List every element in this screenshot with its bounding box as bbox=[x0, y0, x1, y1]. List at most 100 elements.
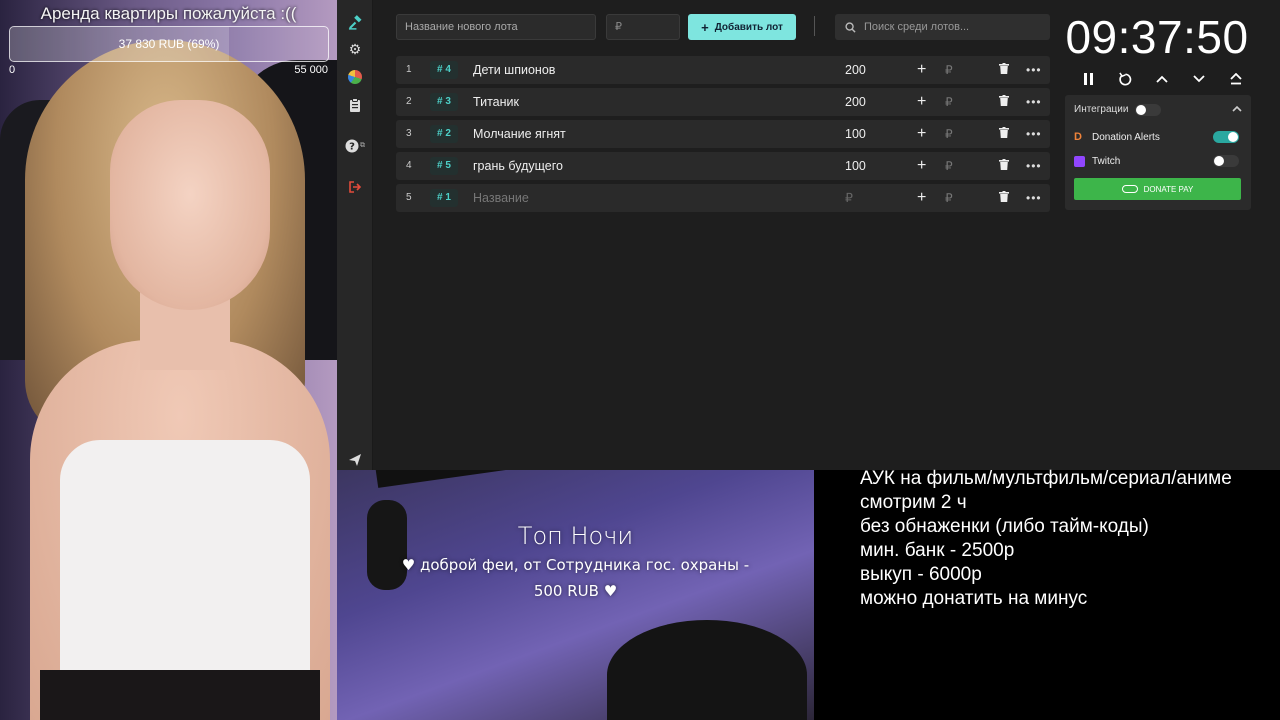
amount-input[interactable]: ₽ bbox=[945, 152, 959, 180]
rules-line: мин. банк - 2500р bbox=[860, 540, 1015, 561]
lot-name[interactable]: Титаник bbox=[473, 88, 803, 116]
pie-chart-icon[interactable] bbox=[337, 63, 373, 91]
auction-icon[interactable] bbox=[337, 8, 373, 36]
help-icon[interactable]: ? ⧉ bbox=[337, 132, 373, 160]
add-amount-button[interactable]: + bbox=[917, 184, 931, 212]
lot-amount[interactable]: 100 bbox=[845, 120, 895, 148]
lot-tag: # 2 bbox=[430, 125, 458, 143]
new-lot-price-input[interactable]: ₽ bbox=[606, 14, 680, 40]
room-camera: Топ Ночи ♥ доброй феи, от Сотрудника гос… bbox=[337, 470, 814, 720]
amount-input[interactable]: ₽ bbox=[945, 184, 959, 212]
twitch-label: Twitch bbox=[1092, 155, 1121, 167]
rules-line: можно донатить на минус bbox=[860, 588, 1088, 609]
lot-row[interactable]: 5 # 1 Название ₽ + ₽ ••• bbox=[396, 184, 1050, 212]
sidebar-nav: ⚙ ? ⧉ bbox=[337, 0, 373, 470]
add-amount-button[interactable]: + bbox=[917, 120, 931, 148]
add-amount-button[interactable]: + bbox=[917, 152, 931, 180]
lot-amount[interactable]: 200 bbox=[845, 56, 895, 84]
more-options-button[interactable]: ••• bbox=[1026, 152, 1042, 180]
donation-alerts-label: Donation Alerts bbox=[1092, 131, 1160, 143]
trash-icon[interactable] bbox=[999, 120, 1013, 148]
donation-goal-min: 0 bbox=[9, 64, 16, 76]
rules-line: АУК на фильм/мультфильм/сериал/аниме bbox=[860, 468, 1232, 489]
plus-icon: + bbox=[701, 19, 709, 35]
donation-alerts-icon: D bbox=[1074, 130, 1082, 143]
trash-icon[interactable] bbox=[999, 56, 1013, 84]
lot-row[interactable]: 2 # 3 Титаник 200 + ₽ ••• bbox=[396, 88, 1050, 116]
donation-goal-progress-text: 37 830 RUB (69%) bbox=[118, 37, 220, 51]
webcam-feed: Аренда квартиры пожалуйста :(( 37 830 RU… bbox=[0, 0, 337, 720]
chair bbox=[607, 620, 807, 720]
auction-rules: АУК на фильм/мультфильм/сериал/аниме смот… bbox=[860, 467, 1280, 611]
lot-search-input[interactable]: Поиск среди лотов... bbox=[835, 14, 1050, 40]
twitch-toggle[interactable] bbox=[1213, 155, 1239, 167]
search-icon bbox=[845, 21, 856, 33]
lot-index: 1 bbox=[406, 64, 412, 75]
donatepay-icon bbox=[1121, 185, 1138, 193]
add-lot-button[interactable]: + Добавить лот bbox=[688, 14, 796, 40]
more-options-button[interactable]: ••• bbox=[1026, 184, 1042, 212]
lot-toolbar: Название нового лота ₽ + Добавить лот По… bbox=[373, 14, 1053, 40]
donatepay-label: DONATE PAY bbox=[1143, 184, 1194, 194]
trash-icon[interactable] bbox=[999, 88, 1013, 116]
streamer-top bbox=[60, 440, 310, 680]
lot-index: 2 bbox=[406, 96, 412, 107]
gear-icon[interactable]: ⚙ bbox=[337, 35, 373, 63]
add-amount-button[interactable]: + bbox=[917, 56, 931, 84]
reset-icon[interactable] bbox=[1114, 68, 1136, 90]
more-options-button[interactable]: ••• bbox=[1026, 88, 1042, 116]
auction-timer: 09:37:50 bbox=[1065, 11, 1249, 63]
lot-name[interactable]: Название bbox=[473, 184, 803, 212]
integrations-master-toggle[interactable] bbox=[1135, 104, 1161, 116]
new-lot-name-input[interactable]: Название нового лота bbox=[396, 14, 596, 40]
top-night-title: Топ Ночи bbox=[517, 522, 634, 550]
streamer-face bbox=[110, 100, 270, 310]
auction-app: ⚙ ? ⧉ Название нового лота ₽ + Добавить … bbox=[337, 0, 1280, 470]
more-options-button[interactable]: ••• bbox=[1026, 56, 1042, 84]
search-placeholder: Поиск среди лотов... bbox=[864, 21, 970, 33]
lot-row[interactable]: 4 # 5 грань будущего 100 + ₽ ••• bbox=[396, 152, 1050, 180]
timer-controls bbox=[1077, 68, 1247, 90]
rules-line: без обнаженки (либо тайм-коды) bbox=[860, 516, 1149, 537]
lot-name[interactable]: Молчание ягнят bbox=[473, 120, 803, 148]
lot-index: 4 bbox=[406, 160, 412, 171]
lot-row[interactable]: 1 # 4 Дети шпионов 200 + ₽ ••• bbox=[396, 56, 1050, 84]
lot-amount[interactable]: 100 bbox=[845, 152, 895, 180]
chevron-up-icon[interactable] bbox=[1151, 68, 1173, 90]
auction-main: Название нового лота ₽ + Добавить лот По… bbox=[373, 0, 1053, 470]
more-options-button[interactable]: ••• bbox=[1026, 120, 1042, 148]
integrations-title: Интеграции bbox=[1074, 104, 1129, 115]
exit-icon[interactable] bbox=[337, 173, 373, 201]
amount-input[interactable]: ₽ bbox=[945, 88, 959, 116]
lot-amount[interactable]: ₽ bbox=[845, 184, 895, 212]
pause-icon[interactable] bbox=[1077, 68, 1099, 90]
add-amount-button[interactable]: + bbox=[917, 88, 931, 116]
chevron-up-icon[interactable] bbox=[1232, 101, 1242, 115]
streamer-pants bbox=[40, 670, 320, 720]
lot-name[interactable]: грань будущего bbox=[473, 152, 803, 180]
donation-goal-bar: 37 830 RUB (69%) bbox=[9, 26, 329, 62]
trash-icon[interactable] bbox=[999, 152, 1013, 180]
clipboard-icon[interactable] bbox=[337, 91, 373, 119]
chevron-down-icon[interactable] bbox=[1188, 68, 1210, 90]
lot-row[interactable]: 3 # 2 Молчание ягнят 100 + ₽ ••• bbox=[396, 120, 1050, 148]
lot-index: 5 bbox=[406, 192, 412, 203]
lot-tag: # 4 bbox=[430, 61, 458, 79]
top-night-line1: ♥ доброй феи, от Сотрудника гос. охраны … bbox=[401, 556, 750, 574]
amount-input[interactable]: ₽ bbox=[945, 56, 959, 84]
trash-icon[interactable] bbox=[999, 184, 1013, 212]
lot-index: 3 bbox=[406, 128, 412, 139]
lot-name[interactable]: Дети шпионов bbox=[473, 56, 803, 84]
donatepay-button[interactable]: DONATE PAY bbox=[1074, 178, 1241, 200]
toolbar-divider bbox=[814, 16, 815, 36]
integrations-panel: Интеграции D Donation Alerts Twitch DONA… bbox=[1065, 95, 1251, 210]
donation-goal-widget: Аренда квартиры пожалуйста :(( 37 830 RU… bbox=[0, 0, 337, 80]
double-chevron-up-icon[interactable] bbox=[1225, 68, 1247, 90]
donation-alerts-toggle[interactable] bbox=[1213, 131, 1239, 143]
lot-tag: # 1 bbox=[430, 189, 458, 207]
lot-tag: # 5 bbox=[430, 157, 458, 175]
donation-goal-title: Аренда квартиры пожалуйста :(( bbox=[40, 4, 297, 23]
amount-input[interactable]: ₽ bbox=[945, 120, 959, 148]
stream-layout: Аренда квартиры пожалуйста :(( 37 830 RU… bbox=[0, 0, 1280, 720]
lot-amount[interactable]: 200 bbox=[845, 88, 895, 116]
